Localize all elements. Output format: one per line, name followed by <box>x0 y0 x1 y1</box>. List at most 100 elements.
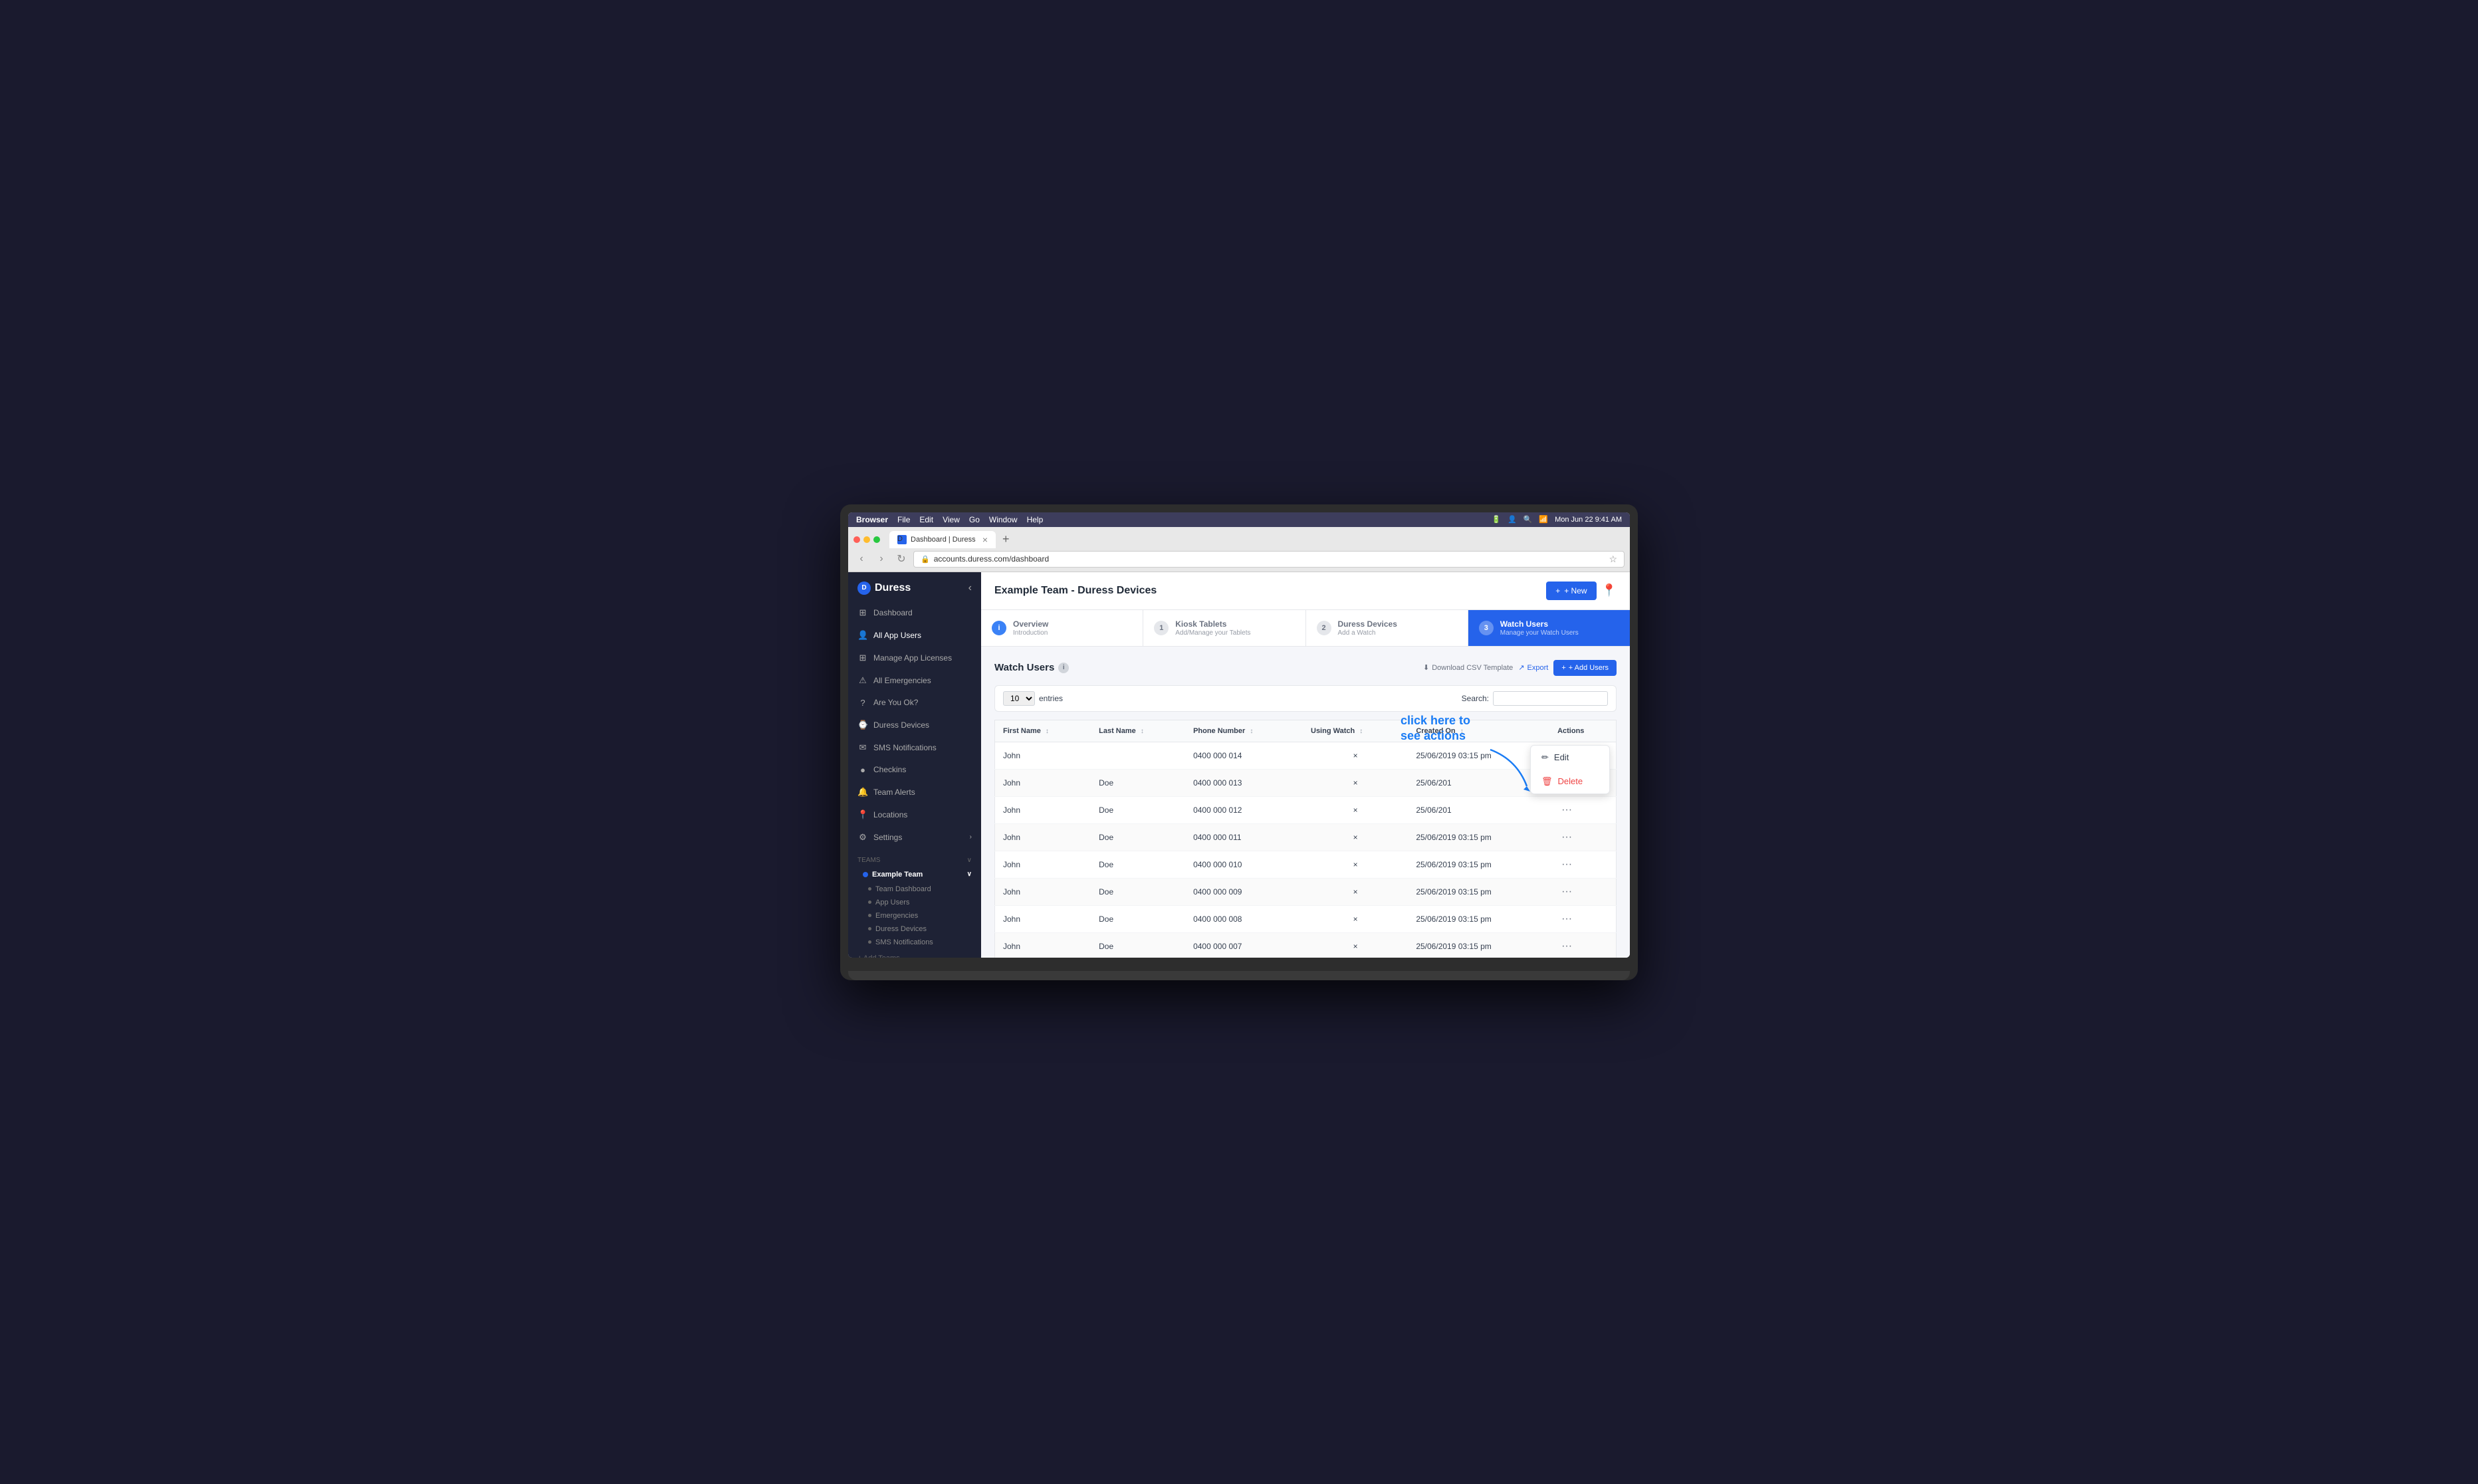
cell-actions: ··· <box>1549 932 1616 958</box>
step-tab-kiosk-tablets[interactable]: 1 Kiosk Tablets Add/Manage your Tablets <box>1143 610 1305 646</box>
section-header: Watch Users i ⬇ Download CSV Template ↗ … <box>994 660 1617 676</box>
teams-chevron-icon[interactable]: ∨ <box>967 857 972 864</box>
context-menu: ✏ Edit 🗑 Delete <box>1530 745 1610 794</box>
sidebar-item-sms-notifications[interactable]: ✉ SMS Notifications <box>848 736 981 759</box>
menu-window[interactable]: Window <box>989 515 1018 524</box>
add-users-label: + Add Users <box>1569 664 1609 672</box>
cell-last-name <box>1091 742 1185 769</box>
col-last-name[interactable]: Last Name ↕ <box>1091 720 1185 742</box>
menu-browser[interactable]: Browser <box>856 515 888 524</box>
licenses-icon: ⊞ <box>857 653 868 663</box>
browser-tab[interactable]: D Dashboard | Duress × <box>889 531 996 548</box>
sidebar-item-duress-devices[interactable]: ⌚ Duress Devices <box>848 714 981 736</box>
actions-button[interactable]: ··· <box>1557 830 1576 845</box>
actions-button[interactable]: ··· <box>1557 803 1576 817</box>
context-menu-delete[interactable]: 🗑 Delete <box>1531 770 1609 794</box>
sidebar-item-emergencies[interactable]: Emergencies <box>848 909 981 922</box>
maximize-window-button[interactable] <box>873 536 880 543</box>
settings-chevron-icon: › <box>970 833 972 841</box>
minimize-window-button[interactable] <box>863 536 870 543</box>
address-bar[interactable]: 🔒 accounts.duress.com/dashboard ☆ <box>913 551 1625 568</box>
add-teams-button[interactable]: + Add Teams <box>857 954 972 958</box>
new-tab-button[interactable]: + <box>998 532 1014 546</box>
sidebar-item-all-emergencies[interactable]: ⚠ All Emergencies <box>848 669 981 692</box>
sidebar-label-sms-notifications: SMS Notifications <box>873 743 937 752</box>
address-bar-row: ‹ › ↻ 🔒 accounts.duress.com/dashboard ☆ <box>848 548 1630 572</box>
sidebar-item-duress-devices-team[interactable]: Duress Devices <box>848 922 981 936</box>
menu-view[interactable]: View <box>943 515 960 524</box>
actions-button[interactable]: ··· <box>1557 939 1576 954</box>
col-actions: Actions <box>1549 720 1616 742</box>
step-tab-duress-devices[interactable]: 2 Duress Devices Add a Watch <box>1306 610 1468 646</box>
actions-button[interactable]: ··· <box>1557 912 1576 926</box>
location-header-button[interactable]: 📍 <box>1602 583 1617 597</box>
sms-notifications-dot <box>868 940 871 944</box>
back-button[interactable]: ‹ <box>853 551 869 567</box>
sidebar-item-all-app-users[interactable]: 👤 All App Users <box>848 624 981 647</box>
cell-phone: 0400 000 007 <box>1185 932 1303 958</box>
step-tab-watch-users[interactable]: 3 Watch Users Manage your Watch Users <box>1468 610 1630 646</box>
sidebar-item-dashboard[interactable]: ⊞ Dashboard <box>848 601 981 624</box>
sidebar-item-manage-app-licenses[interactable]: ⊞ Manage App Licenses <box>848 647 981 669</box>
entries-select: 10 25 50 entries <box>1003 691 1063 706</box>
cell-using-watch: × <box>1303 932 1408 958</box>
emergencies-label: Emergencies <box>875 912 918 920</box>
context-menu-edit[interactable]: ✏ Edit <box>1531 746 1609 770</box>
cell-using-watch: × <box>1303 769 1408 796</box>
entries-dropdown[interactable]: 10 25 50 <box>1003 691 1035 706</box>
sidebar-item-sms-notifications-team[interactable]: SMS Notifications <box>848 936 981 949</box>
close-window-button[interactable] <box>853 536 860 543</box>
col-first-name[interactable]: First Name ↕ <box>995 720 1091 742</box>
refresh-button[interactable]: ↻ <box>893 551 909 567</box>
menu-file[interactable]: File <box>897 515 910 524</box>
sidebar-item-app-users[interactable]: App Users <box>848 896 981 909</box>
data-table: First Name ↕ Last Name ↕ Phone Number <box>994 720 1617 958</box>
col-using-watch[interactable]: Using Watch ↕ <box>1303 720 1408 742</box>
cell-using-watch: × <box>1303 851 1408 878</box>
menu-go[interactable]: Go <box>969 515 980 524</box>
watch-users-info-icon[interactable]: i <box>1058 663 1069 673</box>
entries-label: entries <box>1039 694 1063 703</box>
cell-using-watch: × <box>1303 796 1408 823</box>
example-team-chevron-icon: ∨ <box>967 871 972 878</box>
forward-button[interactable]: › <box>873 551 889 567</box>
actions-button[interactable]: ··· <box>1557 885 1576 899</box>
step-tab-overview[interactable]: i Overview Introduction <box>981 610 1143 646</box>
sidebar-item-team-dashboard[interactable]: Team Dashboard <box>848 883 981 896</box>
sidebar-item-locations[interactable]: 📍 Locations <box>848 803 981 826</box>
collapse-sidebar-button[interactable]: ‹ <box>968 582 972 594</box>
laptop-frame: Browser File Edit View Go Window Help 🔋 … <box>840 504 1638 980</box>
are-you-ok-icon: ? <box>857 698 868 708</box>
cell-last-name: Doe <box>1091 932 1185 958</box>
sidebar-item-team-alerts[interactable]: 🔔 Team Alerts <box>848 781 981 803</box>
cell-created-on: 25/06/2019 03:15 pm <box>1408 905 1549 932</box>
cell-actions: ··· <box>1549 796 1616 823</box>
menu-help[interactable]: Help <box>1027 515 1044 524</box>
sidebar-item-checkins[interactable]: ● Checkins <box>848 759 981 781</box>
cell-phone: 0400 000 010 <box>1185 851 1303 878</box>
search-input[interactable] <box>1493 691 1608 706</box>
search-menubar-icon: 🔍 <box>1523 515 1533 524</box>
step-num-3: 3 <box>1479 621 1494 635</box>
sidebar-item-example-team[interactable]: Example Team ∨ <box>848 867 981 883</box>
col-created-on[interactable]: Created On ↕ <box>1408 720 1549 742</box>
menu-edit[interactable]: Edit <box>919 515 933 524</box>
step-info-icon: i <box>992 621 1006 635</box>
sidebar-item-settings[interactable]: ⚙ Settings › <box>848 826 981 849</box>
edit-label: Edit <box>1554 752 1569 762</box>
traffic-lights <box>853 536 880 543</box>
cell-last-name: Doe <box>1091 878 1185 905</box>
bookmark-icon[interactable]: ☆ <box>1609 554 1617 565</box>
tab-close-button[interactable]: × <box>982 534 988 545</box>
cell-first-name: John <box>995 878 1091 905</box>
col-phone[interactable]: Phone Number ↕ <box>1185 720 1303 742</box>
tab-favicon: D <box>897 535 907 544</box>
sidebar-item-are-you-ok[interactable]: ? Are You Ok? <box>848 692 981 714</box>
download-csv-button[interactable]: ⬇ Download CSV Template <box>1423 663 1513 672</box>
export-button[interactable]: ↗ Export <box>1518 663 1548 672</box>
add-users-button[interactable]: + + Add Users <box>1553 660 1617 676</box>
new-button[interactable]: + + New <box>1546 582 1596 600</box>
table-row: John Doe 0400 000 010 × 25/06/2019 03:15… <box>995 851 1617 878</box>
table-row: John Doe 0400 000 007 × 25/06/2019 03:15… <box>995 932 1617 958</box>
actions-button[interactable]: ··· <box>1557 857 1576 872</box>
